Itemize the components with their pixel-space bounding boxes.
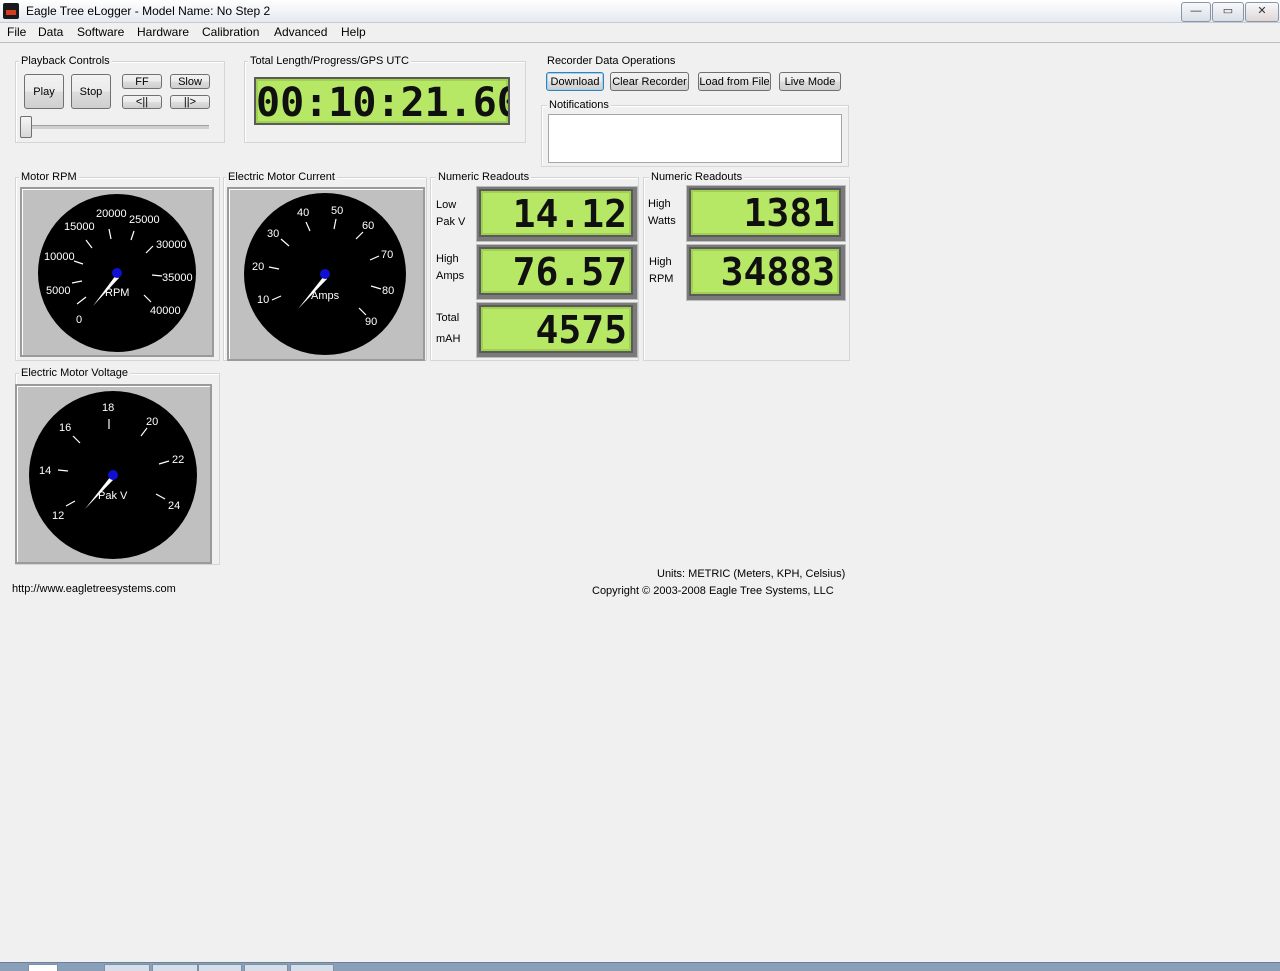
minimize-button[interactable]: — xyxy=(1181,2,1211,22)
voltage-gauge: 12 14 16 18 20 22 24 Pak V xyxy=(29,391,197,559)
readout-high-rpm-lcd: 34883 xyxy=(689,247,841,296)
voltage-tick-label-0: 12 xyxy=(52,510,64,522)
readout-high-amps-l1: High xyxy=(436,253,459,265)
current-tick-label-1: 20 xyxy=(252,261,264,273)
readout-high-amps-label: High Amps xyxy=(436,251,464,285)
maximize-button[interactable]: ▭ xyxy=(1212,2,1244,22)
readout-high-watts-label: High Watts xyxy=(648,196,676,230)
load-from-file-button[interactable]: Load from File xyxy=(698,72,771,91)
current-tick-label-7: 80 xyxy=(382,285,394,297)
current-gauge: 10 20 30 40 50 60 70 80 90 Amps xyxy=(244,193,406,355)
play-button[interactable]: Play xyxy=(24,74,64,109)
app-icon[interactable] xyxy=(3,3,19,19)
voltage-tick-label-2: 16 xyxy=(59,422,71,434)
readout-high-watts-l1: High xyxy=(648,198,671,210)
title-bar: Eagle Tree eLogger - Model Name: No Step… xyxy=(0,0,1280,23)
current-tick-label-6: 70 xyxy=(381,249,393,261)
menu-separator xyxy=(0,42,1280,43)
rpm-tick-label-7: 35000 xyxy=(162,272,193,284)
menu-software[interactable]: Software xyxy=(77,25,124,39)
current-tick-label-4: 50 xyxy=(331,205,343,217)
current-tick-label-3: 40 xyxy=(297,207,309,219)
readout-low-pakv-l2: Pak V xyxy=(436,216,466,228)
current-unit-label: Amps xyxy=(311,290,340,302)
readout-high-watts-l2: Watts xyxy=(648,215,676,227)
live-mode-button[interactable]: Live Mode xyxy=(779,72,841,91)
rpm-needle-hub xyxy=(112,268,122,278)
readout-high-amps-l2: Amps xyxy=(436,270,465,282)
readouts-right-label: Numeric Readouts xyxy=(649,171,745,183)
readout-low-pakv-label: Low Pak V xyxy=(436,197,465,231)
voltage-tick-label-5: 22 xyxy=(172,454,184,466)
readouts-left-label: Numeric Readouts xyxy=(436,171,532,183)
current-tick-label-5: 60 xyxy=(362,220,374,232)
readout-high-rpm-label: High RPM xyxy=(649,254,673,288)
window-title: Eagle Tree eLogger - Model Name: No Step… xyxy=(26,4,271,18)
voltage-unit-label: Pak V xyxy=(98,490,128,502)
slow-button[interactable]: Slow xyxy=(170,74,210,89)
menu-bar: File Data Software Hardware Calibration … xyxy=(0,22,1280,42)
rpm-gauge-title: Motor RPM xyxy=(19,171,79,183)
progress-label: Total Length/Progress/GPS UTC xyxy=(248,55,411,67)
rpm-tick-label-8: 40000 xyxy=(150,305,181,317)
notifications-box[interactable] xyxy=(548,114,842,163)
voltage-tick-label-4: 20 xyxy=(146,416,158,428)
close-button[interactable]: ✕ xyxy=(1245,2,1279,22)
menu-hardware[interactable]: Hardware xyxy=(137,25,189,39)
download-button[interactable]: Download xyxy=(546,72,604,91)
clear-recorder-button[interactable]: Clear Recorder xyxy=(610,72,689,91)
notifications-label: Notifications xyxy=(547,99,611,111)
current-needle-hub xyxy=(320,269,330,279)
playback-controls-label: Playback Controls xyxy=(19,55,112,67)
step-back-button[interactable]: <|| xyxy=(122,95,162,109)
readout-high-rpm-l1: High xyxy=(649,256,672,268)
menu-advanced[interactable]: Advanced xyxy=(274,25,327,39)
voltage-tick-label-1: 14 xyxy=(39,465,51,477)
current-gauge-title: Electric Motor Current xyxy=(226,171,337,183)
current-tick-label-0: 10 xyxy=(257,294,269,306)
rpm-tick-label-3: 15000 xyxy=(64,221,95,233)
menu-data[interactable]: Data xyxy=(38,25,63,39)
fast-forward-button[interactable]: FF xyxy=(122,74,162,89)
voltage-tick-label-3: 18 xyxy=(102,402,114,414)
rpm-gauge: 0 5000 10000 15000 20000 25000 30000 350… xyxy=(38,194,196,352)
current-tick-label-2: 30 xyxy=(267,228,279,240)
playback-slider-thumb[interactable] xyxy=(20,116,32,138)
menu-help[interactable]: Help xyxy=(341,25,366,39)
step-forward-button[interactable]: ||> xyxy=(170,95,210,109)
readout-low-pakv-lcd: 14.12 xyxy=(479,189,633,237)
rpm-tick-label-2: 10000 xyxy=(44,251,75,263)
readout-total-mah-lcd: 4575 xyxy=(479,305,633,353)
readout-high-amps-lcd: 76.57 xyxy=(479,247,633,295)
readout-total-mah-l2: mAH xyxy=(436,333,461,345)
website-link[interactable]: http://www.eagletreesystems.com xyxy=(12,583,176,595)
readout-low-pakv-l1: Low xyxy=(436,199,457,211)
menu-file[interactable]: File xyxy=(7,25,26,39)
rpm-tick-label-0: 0 xyxy=(76,314,82,326)
rpm-tick-label-4: 20000 xyxy=(96,208,127,220)
voltage-needle-hub xyxy=(108,470,118,480)
playback-slider-track[interactable] xyxy=(24,125,209,129)
rpm-tick-label-5: 25000 xyxy=(129,214,160,226)
readout-total-mah-l1: Total xyxy=(436,312,460,324)
readout-high-rpm-l2: RPM xyxy=(649,273,674,285)
copyright-label: Copyright © 2003-2008 Eagle Tree Systems… xyxy=(592,585,834,597)
units-label: Units: METRIC (Meters, KPH, Celsius) xyxy=(657,568,846,580)
current-tick-label-8: 90 xyxy=(365,316,377,328)
rpm-tick-label-1: 5000 xyxy=(46,285,70,297)
readout-total-mah-label: Total mAH xyxy=(436,310,460,348)
stop-button[interactable]: Stop xyxy=(71,74,111,109)
progress-lcd: 00:10:21.60 xyxy=(254,77,510,125)
rpm-tick-label-6: 30000 xyxy=(156,239,187,251)
voltage-gauge-title: Electric Motor Voltage xyxy=(19,367,130,379)
voltage-tick-label-6: 24 xyxy=(168,500,180,512)
readout-high-watts-lcd: 1381 xyxy=(689,188,841,237)
menu-calibration[interactable]: Calibration xyxy=(202,25,259,39)
recorder-label: Recorder Data Operations xyxy=(545,55,678,67)
